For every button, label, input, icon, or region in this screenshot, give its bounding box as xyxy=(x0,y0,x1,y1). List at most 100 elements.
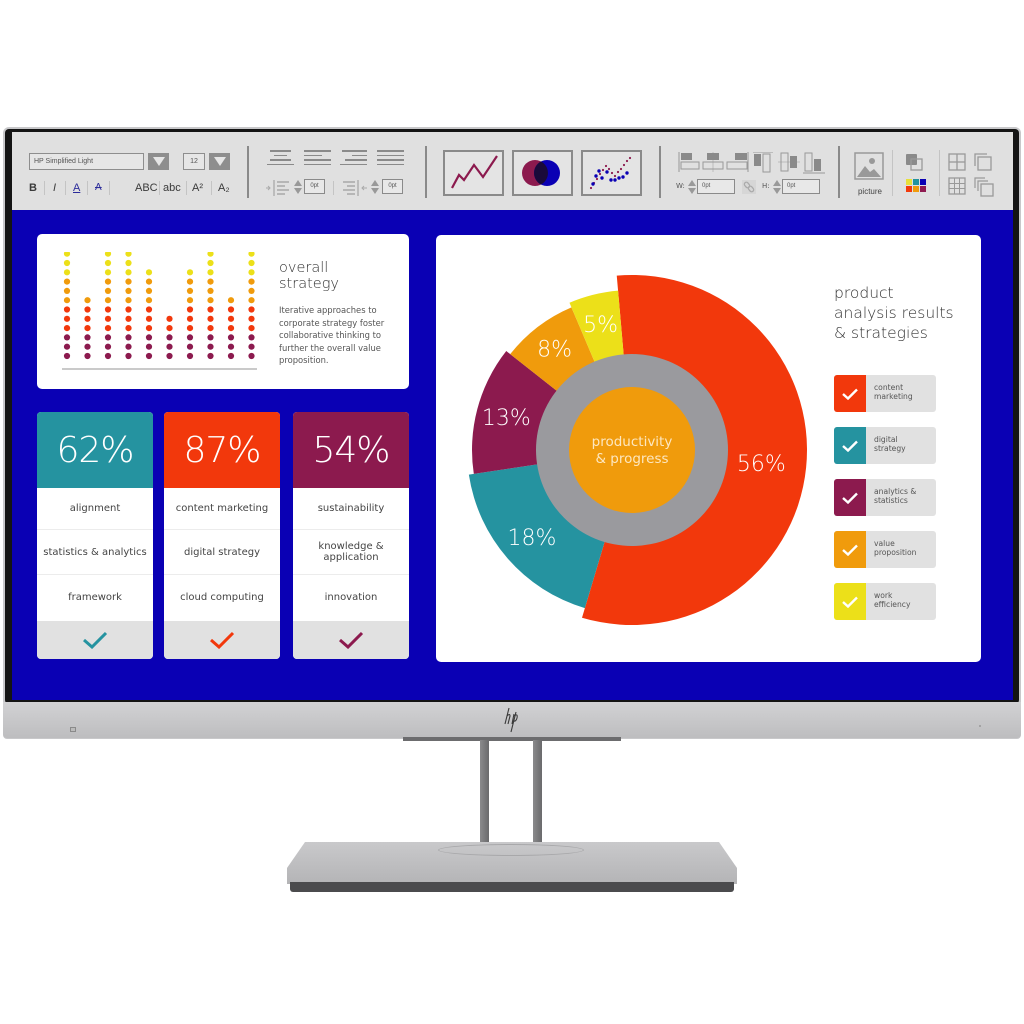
dot-mark xyxy=(145,352,153,360)
multi-duplicate-icon[interactable] xyxy=(974,177,994,197)
stat-card-sustainability[interactable]: 54% sustainability knowledge & applicati… xyxy=(293,412,409,659)
indent-left-field[interactable]: 0pt xyxy=(304,179,325,194)
font-dropdown-button[interactable] xyxy=(148,153,169,170)
dot-mark xyxy=(104,297,112,304)
donut-chart: 56% 18% 13% 8% 5% productivity& progress xyxy=(468,275,807,625)
font-size-field[interactable]: 12 xyxy=(183,153,205,170)
venn-diagram-button[interactable] xyxy=(512,150,573,196)
subscript-button[interactable]: A₂ xyxy=(218,180,230,196)
indent-right-spinner[interactable] xyxy=(371,179,379,195)
width-spinner[interactable] xyxy=(688,179,696,195)
height-field[interactable]: 0pt xyxy=(782,179,820,194)
font-color-button[interactable]: A xyxy=(73,180,80,196)
dot-mark xyxy=(145,325,153,332)
checkmark-icon xyxy=(842,544,858,556)
stat-value: 54% xyxy=(293,412,409,488)
analysis-title-line: & strategies xyxy=(834,324,928,342)
dot-mark xyxy=(248,343,255,350)
lock-aspect-icon[interactable] xyxy=(742,180,756,194)
dot-mark xyxy=(104,352,112,360)
dot-mark xyxy=(104,343,112,350)
palette-swatch xyxy=(906,186,912,192)
dot-mark xyxy=(207,352,214,360)
scatter-point xyxy=(613,174,617,178)
italic-button[interactable]: I xyxy=(53,180,56,196)
indent-right-field[interactable]: 0pt xyxy=(382,179,403,194)
color-palette-button[interactable] xyxy=(906,179,928,193)
duplicate-icon[interactable] xyxy=(974,153,992,171)
dot-mark xyxy=(248,315,255,322)
power-button[interactable] xyxy=(979,725,981,727)
indent-left-icon[interactable] xyxy=(266,179,296,197)
table-3x3-icon[interactable] xyxy=(948,177,966,195)
legend-swatch xyxy=(834,531,866,568)
stat-card-content-marketing[interactable]: 87% content marketing digital strategy c… xyxy=(164,412,280,659)
legend-item[interactable]: digital strategy xyxy=(834,427,936,464)
table-2x2-icon[interactable] xyxy=(948,153,966,171)
uppercase-button[interactable]: ABC xyxy=(135,180,158,196)
align-justify-icon[interactable] xyxy=(377,150,404,170)
dot-mark xyxy=(63,306,71,313)
superscript-button[interactable]: A² xyxy=(192,180,203,196)
dot-mark xyxy=(166,325,173,332)
indent-right-icon[interactable] xyxy=(342,179,370,197)
stat-card-check-button[interactable] xyxy=(164,621,280,659)
indent-left-spinner[interactable] xyxy=(294,179,302,195)
legend-label-line: proposition xyxy=(874,548,917,557)
dot-mark xyxy=(227,325,235,332)
arrange-icon[interactable] xyxy=(905,153,925,171)
legend-item[interactable]: analytics & statistics xyxy=(834,479,936,516)
picture-button[interactable]: picture xyxy=(854,152,886,198)
align-left-icon[interactable] xyxy=(304,150,331,170)
height-spinner[interactable] xyxy=(773,179,781,195)
divider xyxy=(109,181,110,195)
dot-mark xyxy=(207,306,214,313)
dot-mark xyxy=(84,315,91,322)
dot-mark xyxy=(186,315,194,322)
slice-label: 18% xyxy=(508,526,557,551)
stat-card-check-button[interactable] xyxy=(293,621,409,659)
dot-mark xyxy=(166,315,173,322)
legend-item[interactable]: value proposition xyxy=(834,531,936,568)
lowercase-button[interactable]: abc xyxy=(163,180,181,196)
highlight-button[interactable]: A xyxy=(95,180,102,196)
dot-mark xyxy=(125,259,132,267)
dot-mark xyxy=(104,252,112,257)
stat-row: content marketing xyxy=(164,488,280,530)
divider xyxy=(87,181,88,195)
legend-label: work efficiency xyxy=(874,591,934,609)
dot-mark xyxy=(63,325,71,332)
stat-card-check-button[interactable] xyxy=(37,621,153,659)
dot-mark xyxy=(248,334,255,341)
align-top-right-icon xyxy=(726,152,749,172)
analysis-panel: 56% 18% 13% 8% 5% productivity & progress prod… xyxy=(436,235,981,662)
align-center-icon[interactable] xyxy=(267,150,294,170)
dot-mark xyxy=(125,297,132,304)
stat-value: 87% xyxy=(164,412,280,488)
legend-label-line: marketing xyxy=(874,392,913,401)
dot-mark xyxy=(207,278,214,285)
stat-card-alignment[interactable]: 62% alignment statistics & analytics fra… xyxy=(37,412,153,659)
dot-mark xyxy=(166,334,173,341)
font-name-field[interactable]: HP Simplified Light xyxy=(29,153,144,170)
scatter-chart-button[interactable] xyxy=(581,150,642,196)
font-size-dropdown-button[interactable] xyxy=(209,153,230,170)
dot-mark xyxy=(84,334,91,341)
legend-item[interactable]: work efficiency xyxy=(834,583,936,620)
legend-item[interactable]: content marketing xyxy=(834,375,936,412)
slice-label: 8% xyxy=(537,338,572,363)
dot-mark xyxy=(63,352,71,360)
scatter-point xyxy=(595,177,599,181)
bold-button[interactable]: B xyxy=(29,180,37,196)
align-right-icon[interactable] xyxy=(340,150,367,170)
divider xyxy=(65,181,66,195)
dot-mark xyxy=(248,259,255,267)
dot-mark xyxy=(248,278,255,285)
scatter-point xyxy=(628,156,632,160)
scatter-point xyxy=(601,168,605,172)
width-field[interactable]: 0pt xyxy=(697,179,735,194)
line-chart-button[interactable] xyxy=(443,150,504,196)
dot-mark xyxy=(207,252,214,257)
analysis-title-line: product xyxy=(834,284,894,302)
dot-mark xyxy=(207,315,214,322)
